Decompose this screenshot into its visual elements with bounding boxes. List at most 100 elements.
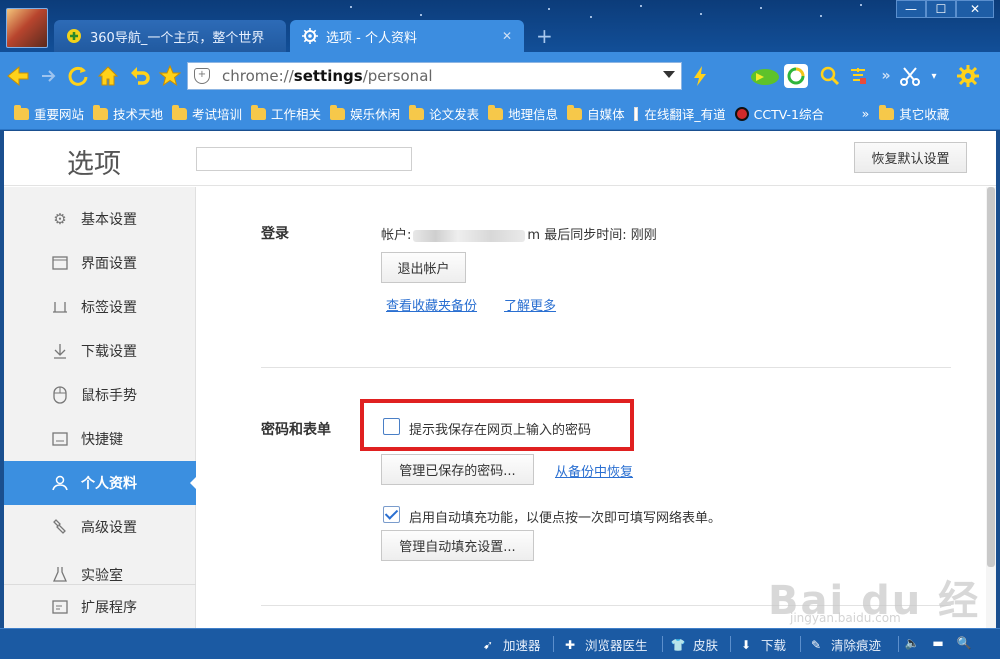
autofill-label: 启用自动填充功能，以便点按一次即可填写网络表单。 bbox=[409, 511, 722, 526]
favorite-star-icon[interactable] bbox=[158, 64, 182, 88]
refresh-icon[interactable] bbox=[66, 64, 90, 88]
view-bookmark-backup-link[interactable]: 查看收藏夹备份 bbox=[386, 295, 477, 314]
sidebar-item-lab[interactable]: 实验室 bbox=[4, 549, 196, 583]
broom-icon: ✎ bbox=[810, 637, 822, 652]
sidebar-item-interface[interactable]: 界面设置 bbox=[4, 241, 196, 285]
login-section-title: 登录 bbox=[261, 226, 289, 242]
back-arrow-icon[interactable] bbox=[6, 64, 30, 88]
shirt-icon: 👕 bbox=[670, 637, 686, 652]
folder-icon bbox=[879, 104, 895, 120]
tab-360-nav[interactable]: 360导航_一个主页，整个世界 bbox=[54, 20, 286, 52]
sync-icon[interactable] bbox=[784, 64, 808, 88]
cctv-icon bbox=[734, 106, 749, 121]
status-separator bbox=[730, 636, 731, 652]
game-icon[interactable] bbox=[750, 64, 780, 88]
sidebar-item-personal[interactable]: 个人资料 bbox=[4, 461, 197, 505]
restore-defaults-button[interactable]: 恢复默认设置 bbox=[854, 142, 967, 173]
status-separator bbox=[898, 636, 899, 652]
rocket-icon: ➹ bbox=[482, 637, 494, 652]
autofill-checkbox[interactable] bbox=[383, 506, 400, 523]
forward-arrow-icon[interactable] bbox=[36, 64, 60, 88]
new-tab-icon[interactable]: + bbox=[536, 24, 553, 48]
autofill-settings-button[interactable]: 管理自动填充设置... bbox=[381, 530, 534, 561]
window-icon bbox=[51, 254, 69, 272]
settings-main: 登录 帐户: m 最后同步时间: 刚刚 退出帐户 查看收藏夹备份 了解更多 密码和… bbox=[197, 187, 996, 628]
gear-icon: ⚙ bbox=[53, 210, 67, 228]
sidebar-item-basic[interactable]: ⚙ 基本设置 bbox=[4, 197, 196, 241]
bookmark-link[interactable]: 在线翻译_有道 bbox=[633, 104, 726, 123]
extension-icon bbox=[51, 598, 69, 616]
bookmark-folder[interactable]: 地理信息 bbox=[488, 104, 558, 123]
settings-page: 选项 恢复默认设置 ⚙ 基本设置 界面设置 标签设置 下载设置 鼠标手势 快捷键 … bbox=[4, 131, 996, 628]
bookmark-folder[interactable]: 技术天地 bbox=[93, 104, 163, 123]
download-icon bbox=[51, 342, 69, 360]
maximize-button[interactable]: ☐ bbox=[926, 0, 956, 18]
bookmark-folder[interactable]: 论文发表 bbox=[409, 104, 479, 123]
restore-from-backup-link[interactable]: 从备份中恢复 bbox=[555, 461, 633, 480]
status-separator bbox=[800, 636, 801, 652]
skin-button[interactable]: 👕 皮肤 bbox=[670, 635, 719, 654]
user-avatar[interactable] bbox=[6, 8, 48, 48]
window-layout-button[interactable]: ▬ bbox=[930, 635, 953, 651]
volume-button[interactable]: 🔈 bbox=[904, 635, 927, 651]
sidebar-item-shortcuts[interactable]: 快捷键 bbox=[4, 417, 196, 461]
chevron-down-icon[interactable] bbox=[663, 71, 675, 78]
user-icon bbox=[51, 474, 69, 492]
other-bookmarks-folder[interactable]: 其它收藏 bbox=[879, 104, 949, 123]
folder-icon bbox=[567, 104, 583, 120]
folder-icon bbox=[172, 104, 188, 120]
minimize-button[interactable]: — bbox=[896, 0, 926, 18]
section-divider bbox=[261, 367, 951, 368]
tab-settings-personal[interactable]: 选项 - 个人资料 ✕ bbox=[290, 20, 524, 52]
mouse-icon bbox=[51, 386, 69, 404]
more-tools-icon[interactable]: » bbox=[874, 64, 898, 88]
address-bar[interactable]: + chrome://settings/personal bbox=[187, 62, 682, 90]
logout-button[interactable]: 退出帐户 bbox=[381, 252, 466, 283]
clear-traces-button[interactable]: ✎ 清除痕迹 bbox=[808, 635, 881, 654]
scrollbar-thumb[interactable] bbox=[987, 187, 995, 567]
browser-doctor-button[interactable]: ✚ 浏览器医生 bbox=[562, 635, 648, 654]
passwords-section-title: 密码和表单 bbox=[261, 422, 331, 438]
plus-circle-icon bbox=[66, 28, 82, 44]
save-password-checkbox[interactable] bbox=[383, 418, 400, 435]
main-scrollbar[interactable] bbox=[986, 187, 996, 628]
download-button[interactable]: ⬇ 下载 bbox=[738, 635, 786, 654]
bookmark-folder[interactable]: 自媒体 bbox=[567, 104, 625, 123]
bookmark-folder[interactable]: 工作相关 bbox=[251, 104, 321, 123]
bookmarks-more-button[interactable]: » bbox=[862, 106, 870, 121]
bookmark-link[interactable]: CCTV-1综合 bbox=[734, 104, 853, 123]
translate-icon[interactable] bbox=[846, 64, 870, 88]
chevron-down-icon[interactable]: ▾ bbox=[922, 64, 946, 88]
close-tab-icon[interactable]: ✕ bbox=[502, 29, 512, 43]
close-window-button[interactable]: ✕ bbox=[956, 0, 994, 18]
folder-icon bbox=[409, 104, 425, 120]
tab-icon bbox=[51, 298, 69, 316]
manage-passwords-button[interactable]: 管理已保存的密码... bbox=[381, 454, 534, 485]
tab-label: 选项 - 个人资料 bbox=[326, 30, 417, 46]
settings-header: 选项 恢复默认设置 bbox=[4, 131, 996, 186]
search-icon[interactable] bbox=[818, 64, 842, 88]
sidebar-item-extensions[interactable]: 扩展程序 bbox=[4, 585, 196, 628]
home-icon[interactable] bbox=[96, 64, 120, 88]
title-bar: 360导航_一个主页，整个世界 选项 - 个人资料 ✕ + — ☐ ✕ bbox=[0, 0, 1000, 52]
bookmark-folder[interactable]: 重要网站 bbox=[14, 104, 84, 123]
sidebar-item-tabs[interactable]: 标签设置 bbox=[4, 285, 196, 329]
accelerator-button[interactable]: ➹ 加速器 bbox=[480, 635, 541, 654]
folder-icon bbox=[488, 104, 504, 120]
settings-gear-icon[interactable] bbox=[956, 64, 980, 88]
undo-close-icon[interactable] bbox=[128, 64, 152, 88]
sidebar-item-advanced[interactable]: 高级设置 bbox=[4, 505, 196, 549]
sidebar-item-download[interactable]: 下载设置 bbox=[4, 329, 196, 373]
sidebar-item-mouse-gesture[interactable]: 鼠标手势 bbox=[4, 373, 196, 417]
scissors-icon[interactable] bbox=[898, 64, 922, 88]
save-password-label: 提示我保存在网页上输入的密码 bbox=[409, 423, 592, 438]
settings-search-input[interactable] bbox=[196, 147, 412, 171]
folder-icon bbox=[330, 104, 346, 120]
bookmark-folder[interactable]: 娱乐休闲 bbox=[330, 104, 400, 123]
zoom-button[interactable]: 🔍 bbox=[956, 635, 979, 651]
bookmark-folder[interactable]: 考试培训 bbox=[172, 104, 242, 123]
lightning-icon[interactable] bbox=[688, 64, 712, 88]
shield-icon: + bbox=[194, 68, 210, 84]
learn-more-link[interactable]: 了解更多 bbox=[504, 295, 556, 314]
account-info: 帐户: m 最后同步时间: 刚刚 bbox=[381, 228, 657, 243]
